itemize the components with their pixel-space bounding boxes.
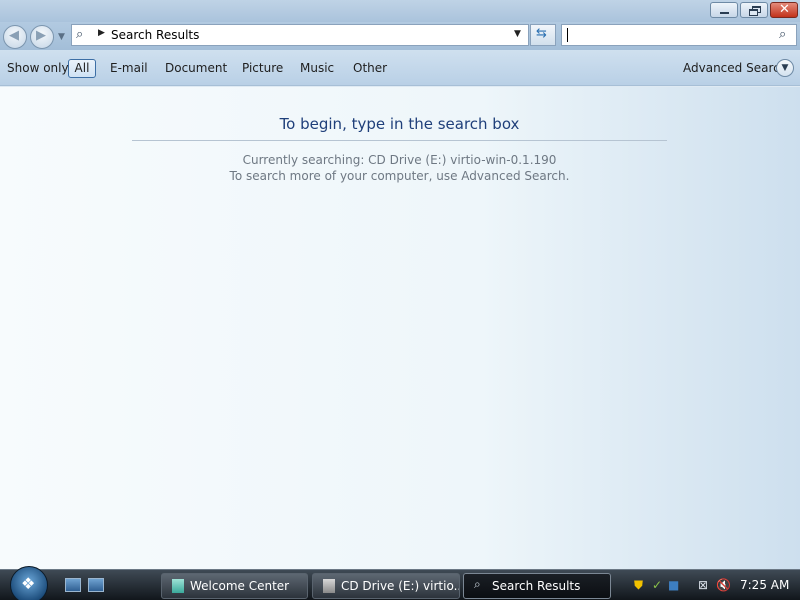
address-dropdown-button[interactable]: ▼ xyxy=(514,29,521,39)
windows-defender-icon[interactable]: ■ xyxy=(668,578,679,592)
search-icon[interactable]: ⌕ xyxy=(779,27,786,42)
update-icon[interactable]: ✓ xyxy=(652,578,662,592)
switch-windows-icon[interactable] xyxy=(88,578,104,592)
divider xyxy=(132,140,667,141)
back-button[interactable]: ◀ xyxy=(3,25,27,49)
forward-button[interactable]: ▶ xyxy=(30,25,54,49)
title-bar: ✕ xyxy=(0,0,800,22)
close-icon: ✕ xyxy=(779,2,790,17)
minimize-button[interactable] xyxy=(710,2,738,18)
maximize-button[interactable] xyxy=(740,2,768,18)
taskbar-item-cd-drive[interactable]: CD Drive (E:) virtio... xyxy=(312,573,460,599)
taskbar: ❖ Welcome Center CD Drive (E:) virtio...… xyxy=(0,566,800,600)
chevron-down-icon[interactable]: ▼ xyxy=(776,59,794,77)
filter-email-button[interactable]: E-mail xyxy=(110,61,148,75)
welcome-center-icon xyxy=(172,579,184,593)
start-button[interactable]: ❖ xyxy=(10,566,48,600)
refresh-button[interactable]: ⇆ xyxy=(530,24,556,46)
filter-all-button[interactable]: All xyxy=(68,59,96,78)
volume-muted-icon[interactable]: 🔇 xyxy=(716,578,731,592)
advanced-search-link[interactable]: Advanced Search xyxy=(683,61,787,75)
filter-picture-button[interactable]: Picture xyxy=(242,61,283,75)
filter-other-button[interactable]: Other xyxy=(353,61,387,75)
taskbar-item-label: CD Drive (E:) virtio... xyxy=(341,579,460,593)
filter-document-button[interactable]: Document xyxy=(165,61,227,75)
forward-arrow-icon: ▶ xyxy=(36,28,46,43)
cd-drive-icon xyxy=(323,579,335,593)
filter-bar: Show only: All E-mail Document Picture M… xyxy=(0,50,800,86)
close-button[interactable]: ✕ xyxy=(770,2,798,18)
system-tray: ⛊ ✓ ■ ⊠ 🔇 7:25 AM xyxy=(628,572,800,600)
search-icon: ⌕ xyxy=(474,577,481,591)
clock[interactable]: 7:25 AM xyxy=(740,578,789,592)
taskbar-item-welcome-center[interactable]: Welcome Center xyxy=(161,573,308,599)
windows-logo-icon: ❖ xyxy=(21,574,36,593)
search-input[interactable]: ⌕ xyxy=(561,24,797,46)
network-disconnected-icon[interactable]: ⊠ xyxy=(698,578,708,592)
text-caret xyxy=(567,28,568,42)
back-arrow-icon: ◀ xyxy=(9,28,19,43)
results-pane: To begin, type in the search box Current… xyxy=(0,87,800,569)
show-desktop-icon[interactable] xyxy=(65,578,81,592)
address-path[interactable]: Search Results xyxy=(111,28,199,42)
restore-icon-front xyxy=(749,9,758,16)
taskbar-item-label: Search Results xyxy=(492,579,581,593)
filter-music-button[interactable]: Music xyxy=(300,61,334,75)
refresh-icon: ⇆ xyxy=(536,26,547,41)
minimize-icon xyxy=(720,12,729,14)
show-only-label: Show only: xyxy=(7,61,72,75)
search-icon: ⌕ xyxy=(76,27,84,42)
advanced-search-hint: To search more of your computer, use Adv… xyxy=(229,169,570,183)
taskbar-item-search-results[interactable]: ⌕ Search Results xyxy=(463,573,611,599)
security-shield-icon[interactable]: ⛊ xyxy=(634,578,643,593)
breadcrumb-separator-icon[interactable]: ▶ xyxy=(98,28,105,38)
current-search-location: Currently searching: CD Drive (E:) virti… xyxy=(242,153,557,167)
address-bar[interactable]: ⌕ ▶ Search Results ▼ xyxy=(71,24,529,46)
taskbar-item-label: Welcome Center xyxy=(190,579,290,593)
recent-pages-dropdown[interactable]: ▼ xyxy=(58,32,65,42)
empty-state-heading: To begin, type in the search box xyxy=(279,115,520,133)
